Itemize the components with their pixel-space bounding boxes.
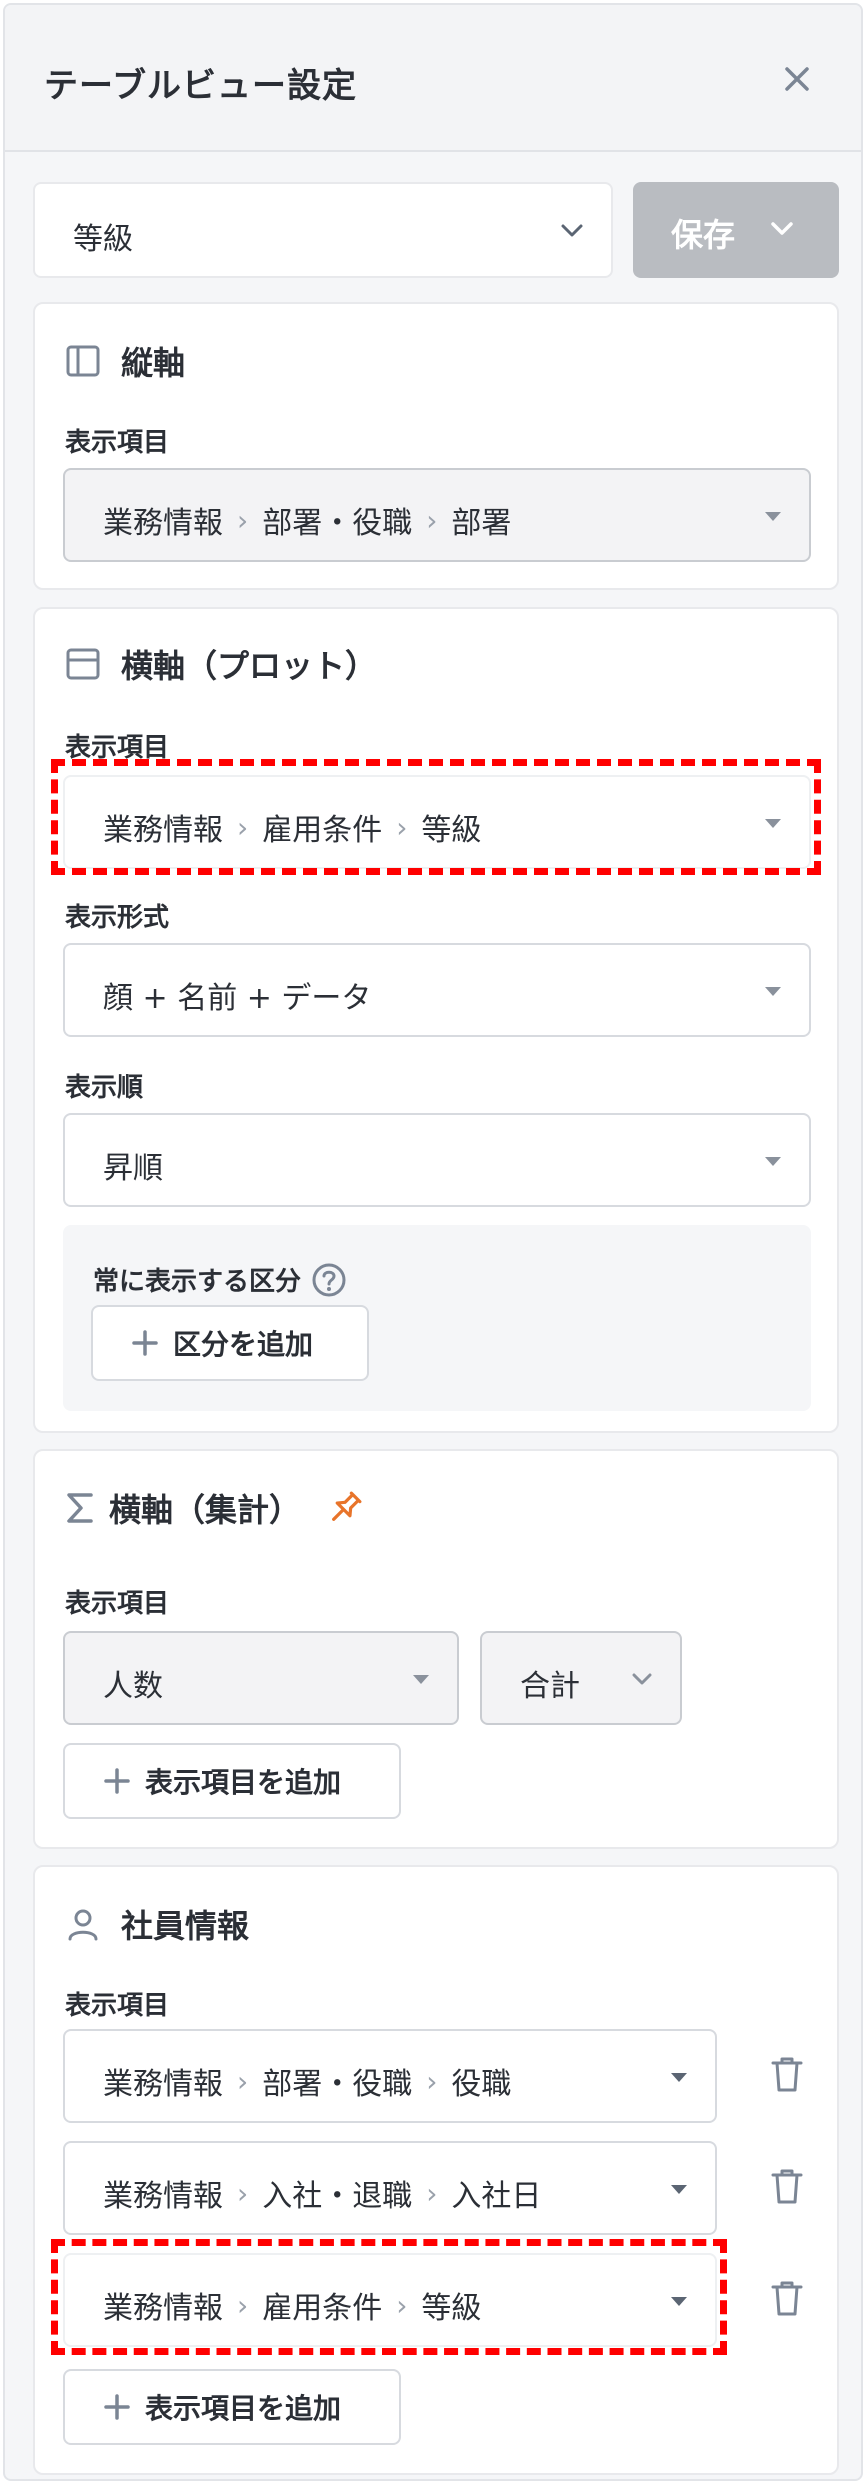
panel-title: テーブルビュー設定: [44, 66, 357, 106]
chevron-right-icon: ›: [237, 503, 249, 537]
chevron-right-icon: ›: [237, 2176, 249, 2210]
path-segment: 等級: [421, 813, 482, 848]
chevron-down-icon: [771, 222, 793, 235]
view-select[interactable]: 等級: [33, 182, 613, 278]
person-icon: [65, 1902, 109, 1946]
close-button[interactable]: [775, 57, 819, 101]
field-label: 表示項目: [65, 1589, 170, 1619]
path-segment: 入社・退職: [262, 2179, 413, 2214]
add-display-item-label: 表示項目を追加: [145, 1766, 342, 1799]
always-show-divisions-box: 常に表示する区分 区分を追加: [63, 1225, 811, 1411]
chevron-right-icon: ›: [237, 2288, 249, 2322]
aggregate-field-dropdown[interactable]: 人数: [63, 1631, 459, 1725]
sigma-icon: [65, 1486, 99, 1530]
add-division-label: 区分を追加: [173, 1328, 314, 1361]
aggregate-field-value: 人数: [103, 1669, 163, 1704]
path-segment: 業務情報: [103, 506, 223, 541]
chevron-down-icon: [632, 1673, 652, 1685]
delete-button[interactable]: [765, 2277, 809, 2321]
chevron-right-icon: ›: [396, 2288, 408, 2322]
chevron-right-icon: ›: [237, 2064, 249, 2098]
chevron-right-icon: ›: [426, 503, 438, 537]
field-label: 表示項目: [65, 428, 170, 458]
save-button-label: 保存: [671, 216, 736, 254]
employee-field-dropdown[interactable]: 業務情報 › 入社・退職 › 入社日: [63, 2141, 717, 2235]
field-label: 表示項目: [65, 1991, 170, 2021]
horizontal-plot-field-dropdown[interactable]: 業務情報 › 雇用条件 › 等級: [63, 775, 811, 869]
trash-icon: [771, 2281, 803, 2316]
path-segment: 業務情報: [103, 2067, 223, 2102]
path-segment: 雇用条件: [262, 813, 383, 848]
horizontal-plot-title: 横軸（プロット）: [65, 641, 377, 687]
path-segment: 業務情報: [103, 2291, 223, 2326]
save-button[interactable]: 保存: [633, 182, 839, 278]
path-segment: 雇用条件: [262, 2291, 383, 2326]
caret-down-icon: [765, 1157, 781, 1166]
display-order-value: 昇順: [103, 1151, 163, 1186]
display-format-dropdown[interactable]: 顔 + 名前 + データ: [63, 943, 811, 1037]
help-icon[interactable]: [311, 1262, 347, 1298]
display-order-dropdown[interactable]: 昇順: [63, 1113, 811, 1207]
employee-info-title: 社員情報: [65, 1901, 249, 1947]
chevron-down-icon: [561, 224, 583, 237]
path-segment: 等級: [421, 2291, 482, 2326]
caret-down-icon: [765, 512, 781, 521]
display-format-value: 顔 + 名前 + データ: [103, 981, 372, 1016]
horizontal-aggregate-title: 横軸（集計）: [65, 1485, 365, 1531]
column-layout-icon: [65, 339, 109, 383]
path-segment: 部署: [451, 506, 512, 541]
table-view-settings-panel: テーブルビュー設定 等級 保存 縦軸 表示項目 業務情報 › 部署・役職 › 部…: [3, 3, 863, 2481]
add-division-button[interactable]: 区分を追加: [91, 1305, 369, 1381]
plus-icon: [103, 2393, 131, 2421]
vertical-axis-field-dropdown[interactable]: 業務情報 › 部署・役職 › 部署: [63, 468, 811, 562]
add-display-item-label: 表示項目を追加: [145, 2392, 342, 2425]
trash-icon: [771, 2057, 803, 2092]
caret-down-icon: [413, 1675, 429, 1684]
path-segment: 部署・役職: [262, 506, 413, 541]
format-label: 表示形式: [65, 903, 170, 933]
employee-info-card: 社員情報 表示項目 業務情報 › 部署・役職 › 役職 業務情報 › 入社・退職…: [33, 1865, 839, 2475]
delete-button[interactable]: [765, 2165, 809, 2209]
delete-button[interactable]: [765, 2053, 809, 2097]
always-show-title: 常に表示する区分: [93, 1261, 347, 1298]
row-layout-icon: [65, 642, 109, 686]
plus-icon: [131, 1329, 159, 1357]
horizontal-aggregate-card: 横軸（集計） 表示項目 人数 合計 表示項目を追加: [33, 1449, 839, 1849]
chevron-right-icon: ›: [426, 2176, 438, 2210]
caret-down-icon: [765, 987, 781, 996]
vertical-axis-card: 縦軸 表示項目 業務情報 › 部署・役職 › 部署: [33, 302, 839, 590]
add-display-item-button[interactable]: 表示項目を追加: [63, 1743, 401, 1819]
view-select-value: 等級: [73, 222, 133, 257]
employee-field-dropdown[interactable]: 業務情報 › 部署・役職 › 役職: [63, 2029, 717, 2123]
path-segment: 入社日: [451, 2179, 542, 2214]
aggregation-method-dropdown[interactable]: 合計: [480, 1631, 682, 1725]
order-label: 表示順: [65, 1073, 144, 1103]
chevron-right-icon: ›: [396, 810, 408, 844]
path-segment: 部署・役職: [262, 2067, 413, 2102]
path-segment: 業務情報: [103, 2179, 223, 2214]
plus-icon: [103, 1767, 131, 1795]
employee-field-dropdown[interactable]: 業務情報 › 雇用条件 › 等級: [63, 2253, 717, 2347]
aggregation-method-value: 合計: [520, 1669, 580, 1704]
pin-icon[interactable]: [325, 1488, 365, 1528]
horizontal-plot-card: 横軸（プロット） 表示項目 業務情報 › 雇用条件 › 等級 表示形式 顔 + …: [33, 607, 839, 1433]
caret-down-icon: [671, 2297, 687, 2306]
path-segment: 業務情報: [103, 813, 223, 848]
trash-icon: [771, 2169, 803, 2204]
chevron-right-icon: ›: [426, 2064, 438, 2098]
chevron-right-icon: ›: [237, 810, 249, 844]
caret-down-icon: [765, 819, 781, 828]
caret-down-icon: [671, 2185, 687, 2194]
vertical-axis-title: 縦軸: [65, 338, 185, 384]
caret-down-icon: [671, 2073, 687, 2082]
close-icon: [785, 67, 809, 91]
panel-header: テーブルビュー設定: [5, 5, 861, 152]
field-label: 表示項目: [65, 733, 170, 763]
add-display-item-button[interactable]: 表示項目を追加: [63, 2369, 401, 2445]
path-segment: 役職: [451, 2067, 512, 2102]
